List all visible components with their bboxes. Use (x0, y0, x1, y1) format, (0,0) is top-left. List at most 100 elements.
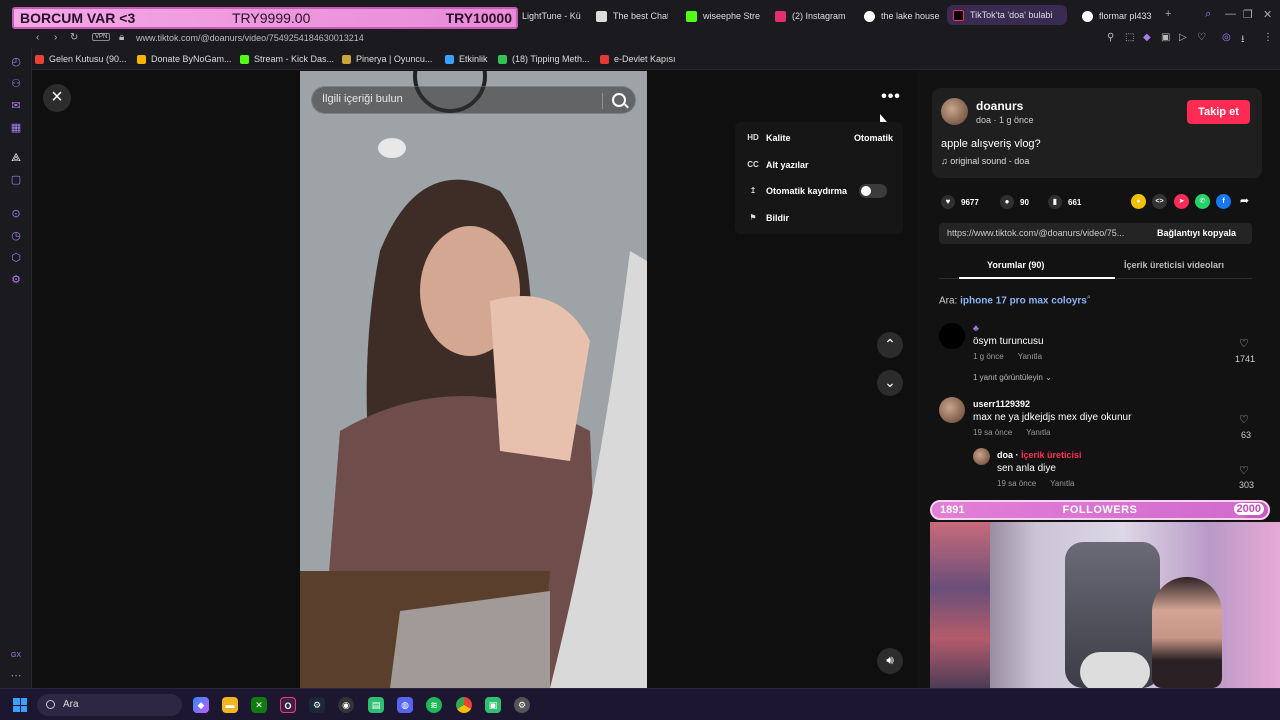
share-coin-icon[interactable]: ● (1131, 194, 1146, 209)
share-arrow-icon[interactable]: ➦ (1237, 194, 1252, 209)
gx-icon[interactable]: GX (10, 650, 22, 662)
view-replies-button[interactable]: 1 yanıt görüntüleyin ⌄ (973, 373, 1052, 382)
sidebar-icon[interactable]: ◴ (10, 56, 22, 68)
search-icon[interactable] (612, 93, 626, 107)
taskbar-search[interactable]: Ara (37, 694, 182, 716)
screenshot-icon[interactable]: ⬚ (1125, 32, 1134, 43)
lock-icon[interactable]: 🔒︎ (119, 32, 124, 43)
browser-tab[interactable]: LightTune - Kü (522, 7, 588, 25)
settings-icon[interactable]: ⚙ (10, 274, 22, 286)
comment-button[interactable]: ● 90 (1000, 195, 1029, 209)
copilot-icon[interactable]: ◆ (193, 697, 209, 713)
tab-comments[interactable]: Yorumlar (90) (958, 260, 1116, 279)
comment-avatar[interactable] (939, 323, 965, 349)
comment-like-icon[interactable]: ♡ (1239, 413, 1249, 426)
follow-button[interactable]: Takip et (1187, 100, 1250, 124)
more-icon[interactable]: ⋯ (10, 670, 22, 682)
discord-icon[interactable]: ◍ (397, 697, 413, 713)
app-icon[interactable]: ▣ (485, 697, 501, 713)
reply-button[interactable]: Yanıtla (1018, 352, 1042, 361)
steam-icon[interactable]: ⚙ (309, 697, 325, 713)
file-explorer-icon[interactable]: ▬ (222, 697, 238, 713)
spotify-icon[interactable]: ≋ (426, 697, 442, 713)
bookmark-item[interactable]: (18) Tipping Meth... (498, 54, 590, 64)
post-sound[interactable]: ♫ original sound - doa (941, 156, 1029, 166)
favorite-icon[interactable]: ♡ (1197, 32, 1206, 43)
next-video-button[interactable]: ⌄ (877, 370, 903, 396)
sidebar-icon[interactable]: ⚇ (10, 78, 22, 90)
reload-icon[interactable]: ↻ (70, 32, 78, 43)
opera-gx-icon[interactable]: O (280, 697, 296, 713)
like-button[interactable]: ♥ 9677 (941, 195, 979, 209)
menu-item-captions[interactable]: CC Alt yazılar (747, 156, 897, 174)
xbox-icon[interactable]: ✕ (251, 697, 267, 713)
sidebar-icon[interactable]: ⬡ (10, 252, 22, 264)
history-icon[interactable]: ◷ (10, 230, 22, 242)
new-tab-icon[interactable]: + (1165, 8, 1171, 20)
browser-tab[interactable]: The best Chat (596, 7, 668, 25)
twitch-icon[interactable]: ▢ (10, 174, 22, 186)
browser-tab[interactable]: the lake house (864, 7, 940, 25)
reply-avatar[interactable] (973, 448, 990, 465)
browser-tab-active[interactable]: TikTok'ta 'doa' bulabi (947, 5, 1067, 25)
menu-icon[interactable]: ⋮ (1263, 32, 1273, 43)
extensions-icon[interactable]: ▣ (1161, 32, 1170, 43)
copy-link-button[interactable]: Bağlantıyı kopyala (1157, 228, 1236, 238)
menu-item-autoscroll[interactable]: ↥ Otomatik kaydırma (747, 182, 897, 200)
volume-icon[interactable]: 🔊︎ (877, 648, 903, 674)
browser-tab[interactable]: wiseephe Stre (686, 7, 760, 25)
send-icon[interactable]: ➤ (1174, 194, 1189, 209)
previous-video-button[interactable]: ⌃ (877, 332, 903, 358)
post-link[interactable]: https://www.tiktok.com/@doanurs/video/75… (947, 228, 1145, 238)
whatsapp-icon[interactable]: ✆ (1195, 194, 1210, 209)
comment-like-icon[interactable]: ♡ (1239, 337, 1249, 350)
browser-tab[interactable]: flormar pl433 (1082, 7, 1156, 25)
menu-item-quality[interactable]: HD Kalite Otomatik (747, 129, 897, 147)
bookmark-item[interactable]: Stream - Kick Das... (240, 54, 334, 64)
video-player[interactable] (300, 71, 647, 688)
forward-icon[interactable]: › (54, 32, 57, 43)
menu-item-report[interactable]: ⚑ Bildir (747, 209, 897, 227)
bookmark-item[interactable]: Etkinlik (445, 54, 488, 64)
close-video-button[interactable]: × (43, 84, 71, 112)
sidebar-icon[interactable]: ✉ (10, 100, 22, 112)
embed-icon[interactable]: <> (1152, 194, 1167, 209)
bookmark-item[interactable]: Pinerya | Oyuncu... (342, 54, 432, 64)
profile-icon[interactable]: ◎ (1222, 32, 1231, 43)
vpn-badge[interactable]: VPN (92, 33, 111, 41)
reply-button[interactable]: Yanıtla (1050, 479, 1074, 488)
comment-avatar[interactable] (939, 397, 965, 423)
comment-like-icon[interactable]: ♡ (1239, 464, 1249, 477)
windows-start-icon[interactable] (13, 698, 27, 712)
close-window-icon[interactable]: ✕ (1263, 8, 1272, 21)
autoscroll-toggle[interactable] (859, 184, 887, 198)
pin-icon[interactable]: ⚲ (1107, 32, 1114, 43)
related-search-input[interactable] (322, 93, 602, 105)
facebook-icon[interactable]: f (1216, 194, 1231, 209)
tab-creator-videos[interactable]: İçerik üreticisi videoları (1124, 260, 1224, 270)
sidebar-icon[interactable]: ▦ (10, 122, 22, 134)
save-button[interactable]: ▮ 661 (1048, 195, 1081, 209)
browser-tab[interactable]: (2) Instagram (775, 7, 853, 25)
maximize-icon[interactable]: ❐ (1243, 8, 1253, 21)
shield-icon[interactable]: ◆ (1143, 32, 1151, 43)
bookmark-item[interactable]: Gelen Kutusu (90... (35, 54, 127, 64)
username[interactable]: doanurs (976, 99, 1023, 113)
minimize-icon[interactable]: — (1225, 8, 1236, 20)
obs-icon[interactable]: ◉ (338, 697, 354, 713)
reply-button[interactable]: Yanıtla (1026, 428, 1050, 437)
comment-username[interactable]: userr1129392 (973, 399, 1131, 409)
bookmark-item[interactable]: e-Devlet Kapısı (600, 54, 676, 64)
download-icon[interactable]: ⭳ (1241, 32, 1245, 49)
reply-username[interactable]: doa (997, 450, 1013, 460)
related-query[interactable]: iphone 17 pro max coloyrs (960, 295, 1087, 306)
bookmark-item[interactable]: Donate ByNoGam... (137, 54, 232, 64)
url-field[interactable]: www.tiktok.com/@doanurs/video/7549254184… (136, 33, 364, 43)
settings-icon[interactable]: ⚙ (514, 697, 530, 713)
streamlabs-icon[interactable]: ▤ (368, 697, 384, 713)
search-tabs-icon[interactable]: ⌕ (1205, 8, 1211, 21)
chrome-icon[interactable] (456, 697, 472, 713)
play-icon[interactable]: ▷ (1179, 32, 1187, 43)
related-search[interactable]: Ara: iphone 17 pro max coloyrs⌕ (939, 294, 1091, 306)
related-search-box[interactable] (311, 86, 636, 114)
